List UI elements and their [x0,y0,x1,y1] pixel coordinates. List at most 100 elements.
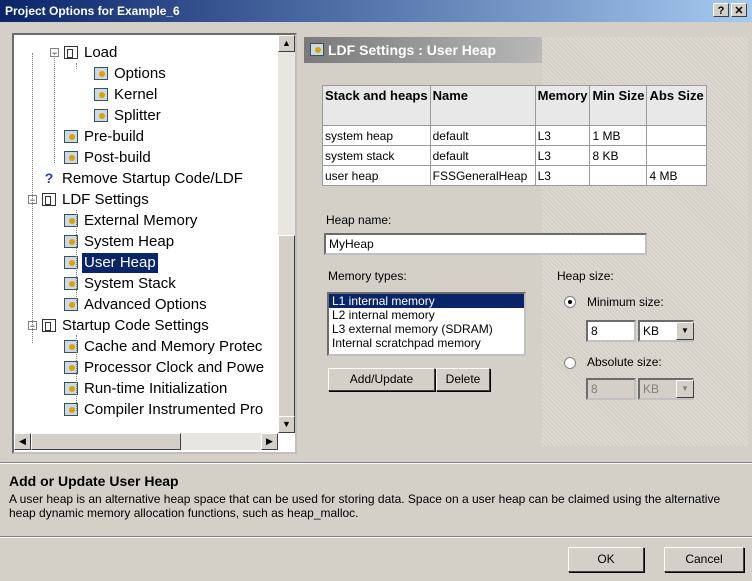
heap-table: Stack and heaps Name Memory Min Size Abs… [322,85,707,186]
help-title: Add or Update User Heap [9,473,179,489]
table-header-row: Stack and heaps Name Memory Min Size Abs… [322,85,707,126]
delete-button[interactable]: Delete [436,368,490,391]
title-bar: Project Options for Example_6 ? ✕ [0,0,752,22]
scroll-right-button[interactable]: ▶ [261,433,278,450]
list-item[interactable]: L2 internal memory [329,308,524,322]
heap-name-label: Heap name: [326,213,392,227]
tree-item[interactable]: − Startup Code Settings [14,316,278,336]
question-icon: ? [44,170,54,186]
table-cell [589,165,648,186]
tree-item[interactable]: User Heap [14,253,278,273]
absolute-size-unit-select[interactable]: KB ▼ [638,378,694,400]
tree-item-label: Options [114,65,166,82]
table-cell: default [429,145,536,166]
help-separator [0,462,752,464]
table-cell: L3 [534,145,591,166]
table-row[interactable]: system stack default L3 8 KB [322,145,707,166]
tree-item[interactable]: ? Remove Startup Code/LDF [14,169,278,189]
table-cell: default [429,125,536,146]
settings-icon [310,43,324,56]
list-item[interactable]: L3 external memory (SDRAM) [329,322,524,336]
absolute-size-input[interactable]: 8 [586,378,636,400]
absolute-size-label: Absolute size: [587,355,662,369]
help-text: A user heap is an alternative heap space… [9,492,721,520]
tree-connector-line [76,63,77,69]
table-cell: 1 MB [589,125,648,146]
scroll-up-button[interactable]: ▲ [278,35,295,52]
minimum-size-input[interactable]: 8 [586,320,636,342]
tree-item-label: Kernel [114,86,158,103]
tree-item-label: External Memory [84,212,198,229]
tree-vertical-scrollbar[interactable]: ▲ ▼ [278,35,295,433]
tree-item-label: System Heap [84,233,175,250]
tree-horizontal-scrollbar[interactable]: ◀ ▶ [14,433,278,450]
tree-item[interactable]: Compiler Instrumented Pro [14,400,278,420]
tree-item-label: User Heap [82,253,158,273]
tree-connector-line [32,53,33,343]
tree-item[interactable]: Run-time Initialization [14,379,278,399]
tree-connector-line [76,210,77,303]
tree-item-label: Remove Startup Code/LDF [62,170,243,187]
scroll-left-button[interactable]: ◀ [14,433,31,450]
list-item[interactable]: L1 internal memory [329,294,524,308]
button-separator [0,536,752,538]
window-title: Project Options for Example_6 [5,4,180,18]
tree-item-label: LDF Settings [62,191,149,208]
table-cell: 8 KB [589,145,648,166]
options-tree[interactable]: − Load Options Kernel Splitter Pre-build Post-… [12,33,297,454]
table-row[interactable]: system heap default L3 1 MB [322,125,707,146]
tree-item-label: Compiler Instrumented Pro [84,401,264,418]
absolute-size-unit-value: KB [643,382,660,396]
tree-item-label: Processor Clock and Powe [84,359,265,376]
cancel-button[interactable]: Cancel [664,547,744,572]
minimum-size-unit-select[interactable]: KB ▼ [638,320,694,342]
column-header: Abs Size [646,85,707,126]
help-button[interactable]: ? [713,3,729,17]
tree-item[interactable]: Advanced Options [14,295,278,315]
table-cell: user heap [322,165,431,186]
tree-connector-line [76,335,77,411]
minimum-size-radio[interactable] [564,296,576,308]
settings-icon [94,67,108,80]
settings-icon [64,151,78,164]
tree-item[interactable]: System Stack [14,274,278,294]
ok-button[interactable]: OK [568,547,644,572]
folder-icon [42,193,56,206]
tree-item-label: Load [84,44,118,61]
chevron-down-icon[interactable]: ▼ [676,322,694,340]
tree-item[interactable]: Cache and Memory Protec [14,337,278,357]
table-cell: FSSGeneralHeap [429,165,536,186]
column-header: Min Size [589,85,648,126]
column-header: Memory [534,85,591,126]
memory-types-list[interactable]: L1 internal memory L2 internal memory L3… [327,292,526,356]
add-update-button[interactable]: Add/Update [328,368,435,391]
tree-item-label: Advanced Options [84,296,207,313]
table-cell [646,145,707,166]
folder-icon [64,46,78,59]
tree-item[interactable]: System Heap [14,232,278,252]
tree-item[interactable]: Processor Clock and Powe [14,358,278,378]
minimum-size-unit-value: KB [643,324,660,338]
chevron-down-icon[interactable]: ▼ [676,380,694,398]
list-item[interactable]: Internal scratchpad memory [329,336,524,350]
scroll-thumb[interactable] [278,235,295,417]
column-header: Stack and heaps [322,85,431,126]
tree-item-label: Startup Code Settings [62,317,209,334]
tree-item[interactable]: − LDF Settings [14,190,278,210]
absolute-size-radio[interactable] [564,357,576,369]
close-button[interactable]: ✕ [731,3,747,17]
table-cell: system heap [322,125,431,146]
tree-item-label: Splitter [114,107,161,124]
settings-icon [94,88,108,101]
heap-name-input[interactable]: MyHeap [324,233,647,255]
table-cell: L3 [534,125,591,146]
folder-icon [42,319,56,332]
tree-connector-line [54,53,55,163]
table-row[interactable]: user heap FSSGeneralHeap L3 4 MB [322,165,707,186]
tree-item-label: Cache and Memory Protec [84,338,263,355]
horizontal-scroll-thumb[interactable] [31,433,181,450]
settings-icon [64,130,78,143]
table-cell: system stack [322,145,431,166]
tree-item[interactable]: External Memory [14,211,278,231]
scroll-down-button[interactable]: ▼ [278,416,295,433]
